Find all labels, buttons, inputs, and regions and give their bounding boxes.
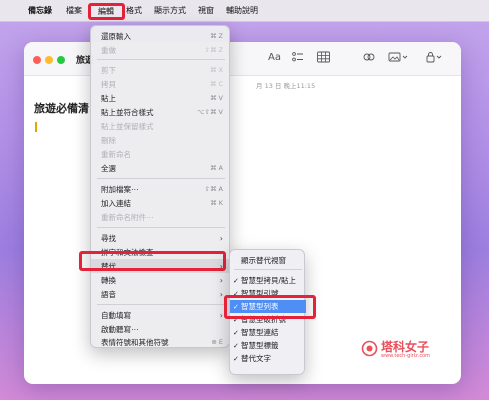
menubar-app-name[interactable]: 備忘錄 [28, 5, 52, 16]
menu-item-emoji-symbols[interactable]: 表情符號和其他符號 ⊕ E [91, 336, 231, 348]
menubar-help[interactable]: 輔助說明 [226, 5, 258, 16]
menu-item-label: 刪除 [101, 135, 116, 145]
menu-item-label: 貼上並保留樣式 [101, 121, 154, 131]
text-cursor [35, 122, 37, 132]
menu-separator [97, 178, 225, 179]
watermark-logo-icon [361, 340, 378, 357]
menubar-format[interactable]: 格式 [126, 5, 142, 16]
submenu-item-label: 替代文字 [241, 354, 271, 363]
menu-bar: 備忘錄 檔案 編輯 格式 顯示方式 視窗 輔助說明 [0, 0, 489, 22]
minimize-button[interactable] [45, 56, 53, 64]
menu-item-label: 啟動聽寫⋯ [101, 324, 139, 334]
menu-item-shortcut: ⇧⌘ Z [204, 46, 223, 54]
menu-item-rename[interactable]: 重新命名 [91, 147, 231, 161]
submenu-item-show-substitutions[interactable]: 顯示替代視窗 [230, 254, 306, 267]
media-icon[interactable] [388, 51, 410, 66]
menubar-view[interactable]: 顯示方式 [154, 5, 186, 16]
watermark-url: www.tech-girlz.com [381, 353, 431, 359]
menu-item-label: 重新命名 [101, 149, 131, 159]
submenu-item-label: 顯示替代視窗 [241, 256, 286, 265]
menu-item-shortcut: ⌘ C [209, 80, 223, 88]
menu-item-select-all[interactable]: 全選 ⌘ A [91, 161, 231, 175]
menu-item-undo[interactable]: 還原輸入 ⌘ Z [91, 29, 231, 43]
submenu-item-label: 智慧型標籤 [241, 341, 279, 350]
menu-item-shortcut: ⌘ K [210, 199, 223, 207]
checkmark-icon: ✓ [233, 328, 239, 337]
table-icon[interactable] [317, 51, 330, 66]
submenu-item-smart-tags[interactable]: ✓ 智慧型標籤 [230, 339, 306, 352]
fullscreen-button[interactable] [57, 56, 65, 64]
lock-icon[interactable] [425, 51, 445, 66]
note-heading[interactable]: 旅遊必備清 [34, 100, 89, 116]
share-people-icon[interactable] [363, 51, 375, 66]
menu-item-autofill[interactable]: 自動填寫 › [91, 308, 231, 322]
menu-item-label: 重做 [101, 45, 116, 55]
menu-item-shortcut: ⌘ V [209, 94, 223, 102]
menu-item-label: 重新命名附件⋯ [101, 212, 154, 222]
globe-e-icon: ⊕ E [211, 338, 223, 346]
menu-separator [97, 227, 225, 228]
edit-menu: 還原輸入 ⌘ Z 重做 ⇧⌘ Z 剪下 ⌘ X 拷貝 ⌘ C 貼上 ⌘ V 貼上並符合樣式… [90, 25, 231, 348]
menu-item-redo[interactable]: 重做 ⇧⌘ Z [91, 43, 231, 57]
menubar-file[interactable]: 檔案 [66, 5, 82, 16]
close-button[interactable] [33, 56, 41, 64]
menu-item-label: 拷貝 [101, 79, 116, 89]
checkmark-icon: ✓ [233, 354, 239, 363]
menu-separator [97, 304, 225, 305]
menu-separator [234, 269, 302, 270]
menu-item-label: 還原輸入 [101, 31, 131, 41]
checklist-icon[interactable] [292, 51, 304, 66]
chevron-right-icon: › [219, 310, 223, 320]
checkmark-icon: ✓ [233, 341, 239, 350]
submenu-item-smart-copy-paste[interactable]: ✓ 智慧型拷貝/貼上 [230, 274, 306, 287]
menu-item-cut[interactable]: 剪下 ⌘ X [91, 63, 231, 77]
menu-item-paste-keep-style[interactable]: 貼上並保留樣式 [91, 119, 231, 133]
submenu-item-smart-links[interactable]: ✓ 智慧型連結 [230, 326, 306, 339]
menu-item-paste-match-style[interactable]: 貼上並符合樣式 ⌥⇧⌘ V [91, 105, 231, 119]
menu-item-delete[interactable]: 刪除 [91, 133, 231, 147]
menu-item-attach-file[interactable]: 附加檔案⋯ ⇧⌘ A [91, 182, 231, 196]
menu-item-label: 自動填寫 [101, 310, 131, 320]
menu-item-paste[interactable]: 貼上 ⌘ V [91, 91, 231, 105]
menu-item-label: 貼上 [101, 93, 116, 103]
menu-item-shortcut: ⌘ X [209, 66, 223, 74]
menu-item-copy[interactable]: 拷貝 ⌘ C [91, 77, 231, 91]
menubar-edit[interactable]: 編輯 [98, 6, 114, 17]
chevron-right-icon: › [219, 233, 223, 243]
menu-item-shortcut: ⌘ A [209, 164, 223, 172]
menu-item-label: 轉換 [101, 275, 116, 285]
menu-item-shortcut: ⇧⌘ A [204, 185, 223, 193]
menu-item-label: 表情符號和其他符號 [101, 337, 169, 347]
smart-lists-highlight [224, 295, 316, 319]
menu-item-label: 尋找 [101, 233, 116, 243]
menu-item-label: 貼上並符合樣式 [101, 107, 154, 117]
menu-item-label: 附加檔案⋯ [101, 184, 139, 194]
menu-item-label: 語音 [101, 289, 116, 299]
menu-item-shortcut: ⌘ Z [209, 32, 223, 40]
menu-item-transformations[interactable]: 轉換 › [91, 273, 231, 287]
menu-item-shortcut: ⌥⇧⌘ V [197, 108, 223, 116]
menu-item-find[interactable]: 尋找 › [91, 231, 231, 245]
menu-separator [97, 59, 225, 60]
checkmark-icon: ✓ [233, 276, 239, 285]
menu-item-start-dictation[interactable]: 啟動聽寫⋯ [91, 322, 231, 336]
menu-item-speech[interactable]: 語音 › [91, 287, 231, 301]
menu-item-rename-attachment[interactable]: 重新命名附件⋯ [91, 210, 231, 224]
menubar-window[interactable]: 視窗 [198, 5, 214, 16]
format-text-icon[interactable]: Aa [268, 52, 281, 63]
menu-item-add-link[interactable]: 加入連結 ⌘ K [91, 196, 231, 210]
submenu-item-label: 智慧型拷貝/貼上 [241, 276, 297, 285]
submenu-item-text-replacement[interactable]: ✓ 替代文字 [230, 352, 306, 365]
substitutions-highlight [79, 251, 226, 271]
menu-item-label: 剪下 [101, 65, 116, 75]
menu-item-label: 加入連結 [101, 198, 131, 208]
chevron-right-icon: › [219, 289, 223, 299]
submenu-item-label: 智慧型連結 [241, 328, 279, 337]
note-date: 月 13 日 晚上11:15 [256, 82, 316, 90]
menu-item-label: 全選 [101, 163, 116, 173]
chevron-right-icon: › [219, 275, 223, 285]
